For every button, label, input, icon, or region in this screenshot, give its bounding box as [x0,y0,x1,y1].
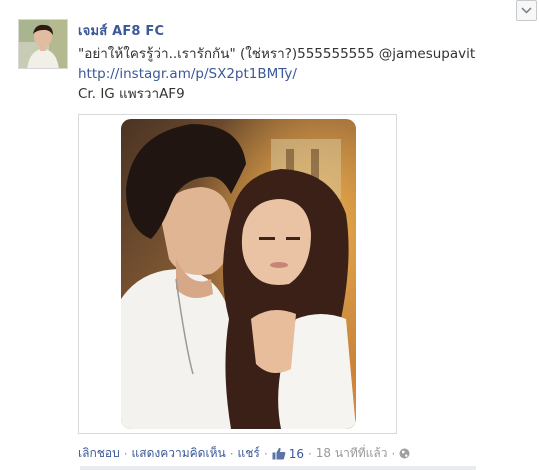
post-options-button[interactable] [516,0,537,21]
photo-image [121,119,356,429]
post-action-bar: เลิกชอบ · แสดงความคิดเห็น · แชร์ · 16 · … [78,444,410,463]
unlike-button[interactable]: เลิกชอบ [78,444,120,463]
post-credit: Cr. IG แพรวาAF9 [78,86,185,102]
post-timestamp[interactable]: 18 นาทีที่แล้ว [316,444,388,463]
separator: · [263,446,268,461]
like-count-number: 16 [288,446,304,461]
thumbs-up-icon [272,447,286,460]
globe-icon[interactable] [399,448,410,459]
like-count[interactable]: 16 [272,447,304,461]
comment-button[interactable]: แสดงความคิดเห็น [132,444,226,463]
share-button[interactable]: แชร์ [238,444,260,463]
separator: · [229,446,234,461]
comment-area-divider [80,466,476,470]
chevron-down-icon [521,7,532,14]
avatar-image [19,20,67,68]
separator: · [123,446,128,461]
separator: · [391,446,396,461]
post-photo[interactable] [78,114,397,434]
post-message: "อย่าให้ใครรู้ว่า..เรารักกัน" (ใช่หรา?)5… [78,44,518,104]
avatar[interactable] [18,19,68,69]
post-link[interactable]: http://instagr.am/p/SX2pt1BMTy/ [78,66,297,82]
post-text-line: "อย่าให้ใครรู้ว่า..เรารักกัน" (ใช่หรา?)5… [78,46,476,62]
post-author-link[interactable]: เจมส์ AF8 FC [78,20,164,41]
separator: · [307,446,312,461]
